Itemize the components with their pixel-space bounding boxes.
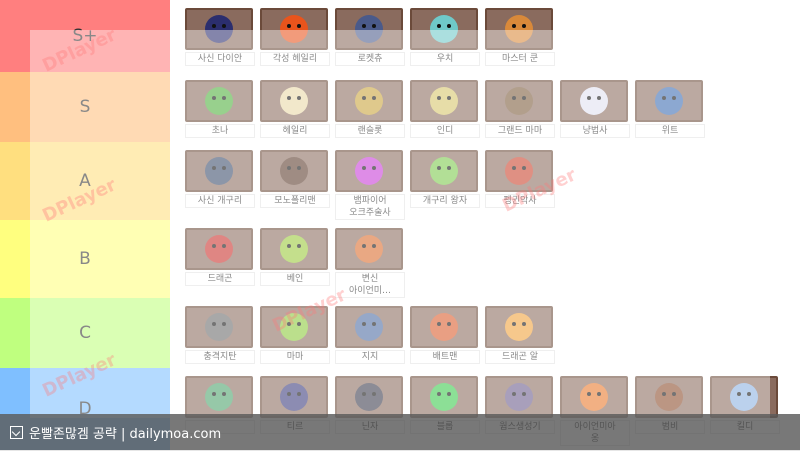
tier-row-2: A 사신 개구리 모노폴리맨 뱀파이어 오크주술사 개구리 왕자 펭귄악사 [0, 142, 800, 221]
character-name: 사신 다이안 [185, 52, 255, 66]
reaper-frog-icon [185, 150, 253, 192]
chona-icon [185, 80, 253, 122]
kildi-icon [710, 376, 778, 418]
master-kun-icon [485, 8, 553, 50]
character-card[interactable]: 마스터 쿤 [485, 8, 555, 66]
rocket-chu-icon [335, 8, 403, 50]
tier-label: B [0, 220, 170, 298]
dragon-egg-icon [485, 306, 553, 348]
caption-bar: 운빨존많겜 공략 | dailymoa.com [0, 414, 800, 450]
tier-label: S [0, 72, 170, 142]
character-name: 뱀파이어 오크주술사 [335, 194, 405, 220]
tier-items: 충격지탄 마마 지지 배트맨 드래곤 알 [170, 298, 800, 368]
character-name: 지지 [335, 350, 405, 364]
character-card[interactable]: 각성 헤일리 [260, 8, 330, 66]
character-name: 각성 헤일리 [260, 52, 330, 66]
bumbi-icon [635, 376, 703, 418]
grand-mama-icon [485, 80, 553, 122]
batman-icon [410, 306, 478, 348]
character-name: 드래곤 [185, 272, 255, 286]
iron-meow-icon [560, 376, 628, 418]
tier-label: C [0, 298, 170, 368]
character-card[interactable]: 개구리 왕자 [410, 150, 480, 208]
character-name: 모노폴리맨 [260, 194, 330, 208]
character-name: 그랜드 마마 [485, 124, 555, 138]
character-name: 우치 [410, 52, 480, 66]
vampire-orc-shaman-icon [335, 150, 403, 192]
character-card[interactable]: 베인 [260, 228, 330, 286]
character-card[interactable]: 헤일리 [260, 80, 330, 138]
character-card[interactable]: 위트 [635, 80, 705, 138]
caption-text: 운빨존많겜 공략 | dailymoa.com [10, 423, 221, 442]
frog-prince-icon [410, 150, 478, 192]
character-name: 냥법사 [560, 124, 630, 138]
monopoly-man-icon [260, 150, 328, 192]
character-name: 개구리 왕자 [410, 194, 480, 208]
character-name: 헤일리 [260, 124, 330, 138]
character-name: 인디 [410, 124, 480, 138]
tier-row-3: B 드래곤 베인 변신 아이언미… [0, 220, 800, 299]
character-card[interactable]: 랜슬롯 [335, 80, 405, 138]
caption-label: 운빨존많겜 공략 | dailymoa.com [29, 426, 222, 442]
tier-row-1: S 초나 헤일리 랜슬롯 인디 그랜드 마마 냥법사 위트 [0, 72, 800, 143]
awakened-haley-icon [260, 8, 328, 50]
character-card[interactable]: 변신 아이언미… [335, 228, 405, 298]
character-card[interactable]: 충격지탄 [185, 306, 255, 364]
tier-row-4: C 충격지탄 마마 지지 배트맨 드래곤 알 [0, 298, 800, 369]
character-name: 초나 [185, 124, 255, 138]
gigi-icon [335, 306, 403, 348]
character-card[interactable]: 냥법사 [560, 80, 630, 138]
character-card[interactable]: 드래곤 [185, 228, 255, 286]
bane-icon [260, 228, 328, 270]
character-name: 베인 [260, 272, 330, 286]
tier-items: 드래곤 베인 변신 아이언미… [170, 220, 800, 298]
character-card[interactable]: 뱀파이어 오크주술사 [335, 150, 405, 220]
character-card[interactable]: 로켓츄 [335, 8, 405, 66]
character-card[interactable]: 드래곤 알 [485, 306, 555, 364]
character-name: 로켓츄 [335, 52, 405, 66]
worm-generator-icon [485, 376, 553, 418]
reaper-dian-icon [185, 8, 253, 50]
tier-items: 초나 헤일리 랜슬롯 인디 그랜드 마마 냥법사 위트 [170, 72, 800, 142]
haley-icon [260, 80, 328, 122]
dragon-icon [185, 228, 253, 270]
tyr-icon [260, 376, 328, 418]
blob-icon [410, 376, 478, 418]
image-icon [10, 425, 23, 439]
character-card[interactable]: 사신 다이안 [185, 8, 255, 66]
character-name: 배트맨 [410, 350, 480, 364]
character-card[interactable]: 그랜드 마마 [485, 80, 555, 138]
tier-row-0: S+ 사신 다이안 각성 헤일리 로켓츄 우치 마스터 쿤 [0, 0, 800, 73]
tier-items: 사신 다이안 각성 헤일리 로켓츄 우치 마스터 쿤 [170, 0, 800, 72]
character-card[interactable]: 인디 [410, 80, 480, 138]
shock-cannon-icon [185, 306, 253, 348]
ninja-icon [335, 376, 403, 418]
woochi-icon [410, 8, 478, 50]
transformed-iron-meow-icon [335, 228, 403, 270]
character-card[interactable]: 사신 개구리 [185, 150, 255, 208]
character-card[interactable]: 모노폴리맨 [260, 150, 330, 208]
lancelot-icon [335, 80, 403, 122]
character-name: 랜슬롯 [335, 124, 405, 138]
tier-items: 사신 개구리 모노폴리맨 뱀파이어 오크주술사 개구리 왕자 펭귄악사 [170, 142, 800, 220]
character-name: 사신 개구리 [185, 194, 255, 208]
character-name: 위트 [635, 124, 705, 138]
character-card[interactable]: 지지 [335, 306, 405, 364]
character-card[interactable]: 배트맨 [410, 306, 480, 364]
character-card[interactable]: 우치 [410, 8, 480, 66]
cat-wizard-icon [560, 80, 628, 122]
character-name: 마마 [260, 350, 330, 364]
character-name: 충격지탄 [185, 350, 255, 364]
character-name: 드래곤 알 [485, 350, 555, 364]
indy-icon [410, 80, 478, 122]
staff-goblin-icon [185, 376, 253, 418]
character-name: 마스터 쿤 [485, 52, 555, 66]
wit-icon [635, 80, 703, 122]
character-card[interactable]: 초나 [185, 80, 255, 138]
